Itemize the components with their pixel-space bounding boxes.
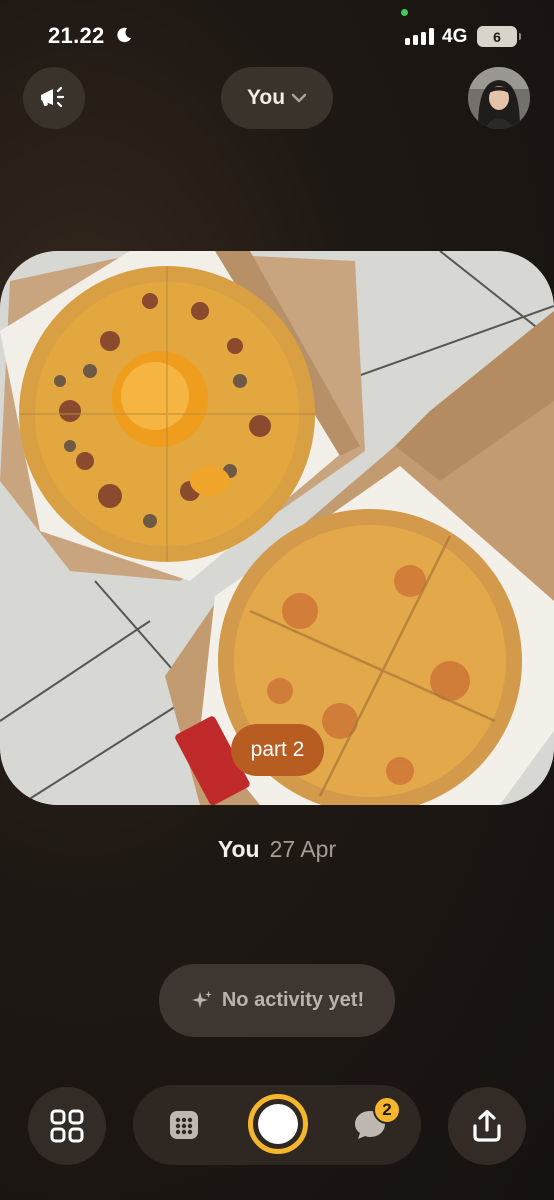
share-button[interactable] bbox=[448, 1087, 526, 1165]
megaphone-icon bbox=[41, 86, 65, 108]
battery-icon: 6 bbox=[477, 26, 521, 47]
chevron-down-icon bbox=[291, 93, 307, 103]
grid-view-button[interactable] bbox=[28, 1087, 106, 1165]
announcements-button[interactable] bbox=[23, 67, 85, 129]
messages-badge: 2 bbox=[373, 1096, 401, 1124]
activity-button[interactable]: No activity yet! bbox=[159, 964, 395, 1037]
post-author: You bbox=[217, 836, 260, 862]
post-caption: part 2 bbox=[231, 724, 324, 776]
calendar-icon bbox=[170, 1111, 198, 1139]
profile-avatar[interactable] bbox=[468, 67, 530, 129]
post-meta: You 27 Apr bbox=[0, 836, 554, 863]
privacy-indicator bbox=[401, 9, 408, 16]
cellular-signal-icon bbox=[405, 28, 434, 45]
moon-icon bbox=[117, 27, 132, 43]
post-date: 27 Apr bbox=[269, 836, 337, 862]
pizza-photo bbox=[0, 251, 554, 805]
status-bar: 21.22 4G 6 bbox=[0, 0, 554, 70]
calendar-button[interactable] bbox=[168, 1109, 200, 1141]
shutter-inner bbox=[258, 1104, 298, 1144]
sparkle-icon bbox=[191, 990, 212, 1008]
network-type: 4G bbox=[442, 26, 468, 47]
share-icon bbox=[473, 1109, 501, 1142]
camera-shutter-button[interactable] bbox=[248, 1094, 308, 1154]
grid-icon bbox=[50, 1109, 84, 1143]
battery-level: 6 bbox=[493, 28, 501, 45]
post-photo[interactable] bbox=[0, 251, 554, 805]
friend-filter-label: You bbox=[246, 86, 286, 109]
avatar-image bbox=[468, 67, 530, 129]
activity-label: No activity yet! bbox=[221, 989, 365, 1011]
friend-filter-dropdown[interactable]: You bbox=[221, 67, 333, 129]
status-time: 21.22 bbox=[48, 23, 105, 48]
